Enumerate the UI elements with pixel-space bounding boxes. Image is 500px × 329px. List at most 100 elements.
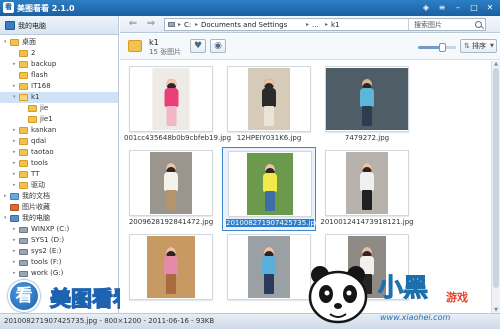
sidebar-header-label: 我的电脑 — [18, 22, 46, 30]
tree-expander-icon[interactable]: ▸ — [13, 183, 18, 188]
tree-item[interactable]: ▸ 我的文档 — [0, 191, 118, 202]
tree-expander-icon[interactable] — [22, 117, 27, 122]
address-bar[interactable]: ▸ C: ▸ Documents and Settings ▸ ... ▸ k1… — [164, 18, 486, 31]
tree-expander-icon[interactable] — [13, 51, 18, 56]
tree-item[interactable]: ▸ WINXP (C:) — [0, 224, 118, 235]
window-title: 美图看看 2.1.0 — [17, 4, 75, 13]
tree-item[interactable]: flash — [0, 70, 118, 81]
tree-expander-icon[interactable]: ▾ — [4, 40, 9, 45]
tree-item[interactable]: jie1 — [0, 114, 118, 125]
back-arrow-icon[interactable]: ⇐ — [126, 17, 140, 31]
tree-item[interactable]: jie — [0, 103, 118, 114]
thumbnail-item[interactable]: 12HPEIY031K6.jpg — [222, 63, 316, 147]
folder-icon — [28, 105, 37, 112]
tree-item[interactable]: 2 — [0, 48, 118, 59]
search-icon[interactable] — [475, 21, 482, 28]
breadcrumb-item[interactable]: k1 — [331, 20, 340, 30]
scrollbar-thumb[interactable] — [493, 68, 499, 288]
tree-expander-icon[interactable] — [22, 106, 27, 111]
forward-arrow-icon[interactable]: ⇒ — [144, 17, 158, 31]
folder-icon — [10, 39, 19, 46]
tree-item[interactable]: ▸ taotao — [0, 147, 118, 158]
tree-expander-icon[interactable]: ▸ — [13, 249, 18, 254]
tree-item[interactable]: ▾ 我的电脑 — [0, 213, 118, 224]
tree-expander-icon[interactable]: ▾ — [4, 216, 9, 221]
tree-item[interactable]: ▸ tools — [0, 158, 118, 169]
tree-item[interactable]: 图片收藏 — [0, 202, 118, 213]
tree-item[interactable]: ▸ sys2 (E:) — [0, 246, 118, 257]
tree-expander-icon[interactable]: ▸ — [13, 139, 18, 144]
folder-icon — [19, 171, 28, 178]
tree-expander-icon[interactable] — [13, 73, 18, 78]
thumbnail-frame[interactable] — [325, 150, 409, 216]
tree-item[interactable]: ▸ kankan — [0, 125, 118, 136]
tree-item[interactable]: ▸ 驱动 — [0, 180, 118, 191]
thumbnail-filename: 001cc435648b0b9cbfeb19.jpg — [124, 134, 232, 142]
special-icon — [10, 204, 19, 211]
tree-expander-icon[interactable]: ▸ — [13, 161, 18, 166]
tree-item[interactable]: ▾ 桌面 — [0, 37, 118, 48]
tree-item-label: SYS1 (D:) — [31, 236, 65, 244]
thumbnail-item[interactable]: 2009628192841472.jpg — [124, 147, 218, 231]
tree-item-label: tools (F:) — [31, 258, 62, 266]
tree-expander-icon[interactable]: ▸ — [13, 227, 18, 232]
sort-button[interactable]: ⇅ 排序 ▼ — [460, 39, 497, 53]
thumbnail-frame[interactable] — [228, 151, 312, 217]
tree-expander-icon[interactable]: ▾ — [13, 95, 18, 100]
tree-expander-icon[interactable] — [4, 205, 9, 210]
thumbnail-frame[interactable] — [227, 66, 311, 132]
photo-figure-top — [164, 256, 178, 276]
tree-expander-icon[interactable]: ▸ — [13, 238, 18, 243]
tree-expander-icon[interactable]: ▸ — [13, 271, 18, 276]
folder-icon — [19, 83, 28, 90]
tree-item[interactable]: ▸ IT168 — [0, 81, 118, 92]
tree-item[interactable]: ▸ TT — [0, 169, 118, 180]
title-bar: 看 美图看看 2.1.0 ◈ ≡ – □ ✕ — [0, 0, 500, 16]
thumbnail-frame[interactable] — [129, 234, 213, 300]
tree-item[interactable]: ▾ k1 — [0, 92, 118, 103]
thumbnail-item[interactable]: 7479272.jpg — [320, 63, 414, 147]
search-input[interactable]: 搜索图片 — [414, 20, 442, 30]
sidebar-header[interactable]: 我的电脑 — [0, 16, 118, 35]
minimize-icon[interactable]: – — [452, 2, 464, 13]
thumbnail-item[interactable]: 001cc435648b0b9cbfeb19.jpg — [124, 63, 232, 147]
thumbnail-frame[interactable] — [129, 66, 213, 132]
zoom-slider-handle[interactable] — [438, 43, 446, 52]
breadcrumb-item[interactable]: Documents and Settings — [201, 20, 287, 30]
scroll-up-icon[interactable]: ▲ — [493, 61, 499, 67]
tree-item[interactable]: ▸ tools (F:) — [0, 257, 118, 268]
view-button[interactable]: ◉ — [210, 39, 226, 53]
favorite-button[interactable]: ♥ — [190, 39, 206, 53]
tree-expander-icon[interactable]: ▸ — [13, 128, 18, 133]
breadcrumb-item[interactable]: C: — [184, 20, 191, 30]
address-divider — [408, 19, 409, 30]
breadcrumb-item[interactable]: ... — [312, 20, 319, 30]
tree-item[interactable]: ▸ work (G:) — [0, 268, 118, 279]
maximize-icon[interactable]: □ — [468, 2, 480, 13]
thumbnail-frame[interactable] — [129, 150, 213, 216]
tree-expander-icon[interactable]: ▸ — [4, 194, 9, 199]
tree-expander-icon[interactable]: ▸ — [13, 172, 18, 177]
zoom-slider[interactable] — [418, 43, 456, 52]
tree-expander-icon[interactable]: ▸ — [13, 150, 18, 155]
tree-item[interactable]: ▸ SYS1 (D:) — [0, 235, 118, 246]
thumbnail-photo — [152, 68, 190, 130]
vertical-scrollbar[interactable]: ▲ ▼ — [491, 61, 500, 313]
tree-expander-icon[interactable]: ▸ — [13, 260, 18, 265]
thumbnail-filename: 7479272.jpg — [344, 134, 390, 142]
thumbnail-item[interactable]: 2010082719074257​35.jpg — [222, 147, 319, 231]
tree-item[interactable]: ▸ qdai — [0, 136, 118, 147]
tree-expander-icon[interactable]: ▸ — [13, 62, 18, 67]
skin-icon[interactable]: ◈ — [420, 2, 432, 13]
tree-item-label: 我的电脑 — [22, 214, 50, 222]
thumbnail-frame[interactable] — [325, 66, 409, 132]
thumbnail-item[interactable]: 2010012414739181​21.jpg — [320, 147, 414, 231]
thumbnail-item[interactable] — [124, 231, 218, 315]
tree-item[interactable]: ▸ backup — [0, 59, 118, 70]
photo-figure-top — [360, 88, 374, 108]
photo-figure-bottom — [264, 274, 274, 295]
thumbnail-frame[interactable] — [227, 234, 311, 300]
tree-expander-icon[interactable]: ▸ — [13, 84, 18, 89]
menu-icon[interactable]: ≡ — [436, 2, 448, 13]
close-icon[interactable]: ✕ — [484, 2, 496, 13]
